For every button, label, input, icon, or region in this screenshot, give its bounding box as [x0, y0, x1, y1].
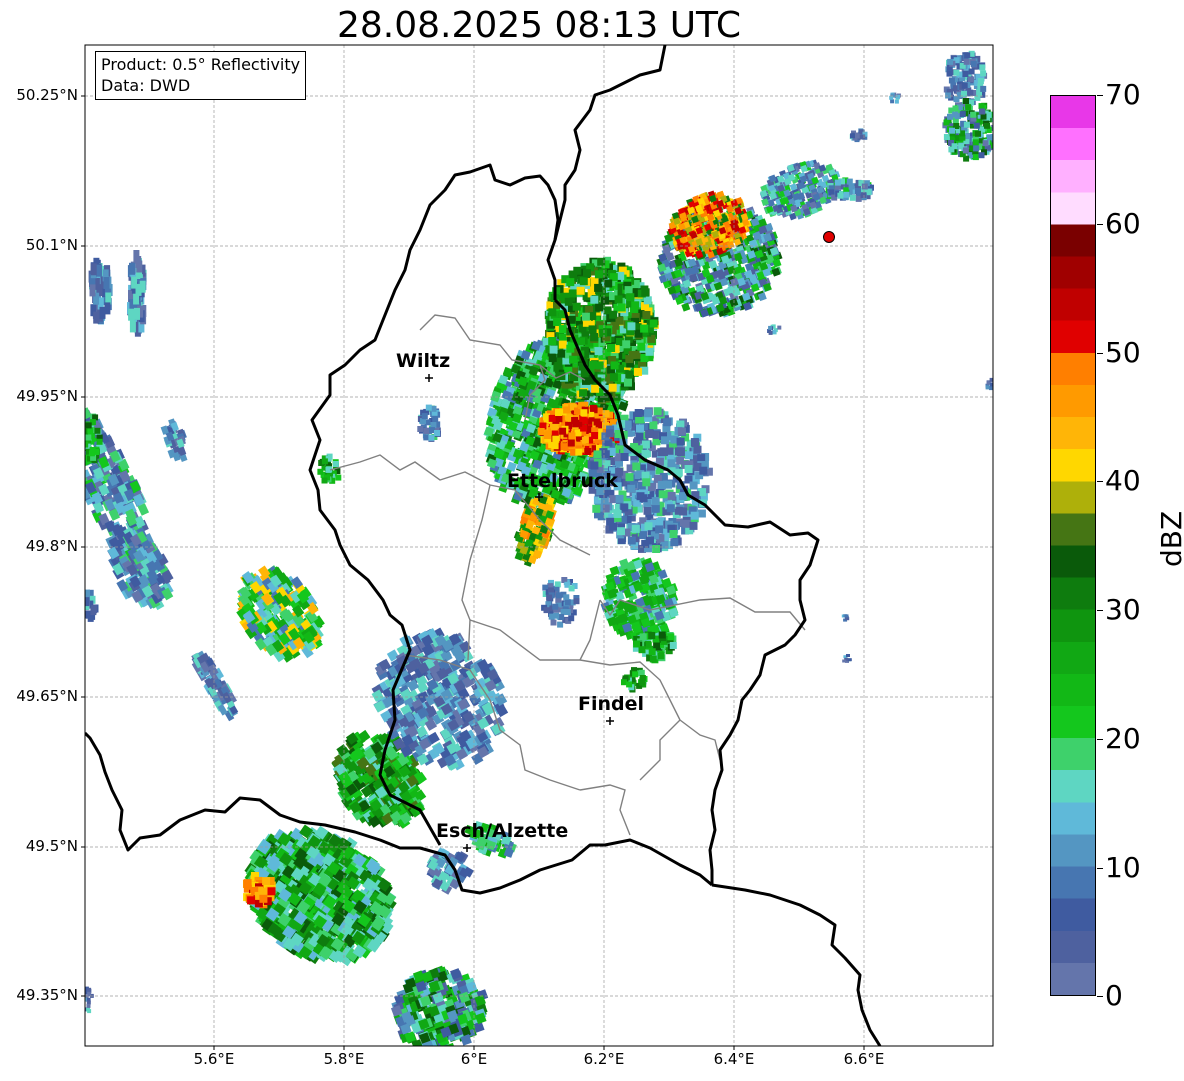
y-tick-label: 49.8°N: [25, 537, 78, 555]
radar-map: [81, 44, 994, 1050]
colorbar-tick: [1097, 868, 1103, 869]
echo-cell: [85, 986, 94, 1014]
echo-cell: [767, 324, 782, 335]
echo-cell: [541, 577, 580, 628]
colorbar-label: 50: [1105, 336, 1141, 369]
echo-cell: [191, 650, 239, 722]
x-tick-label: 5.6°E: [193, 1050, 235, 1068]
colorbar-title: dBZ: [1155, 510, 1184, 567]
colorbar-tick: [1097, 481, 1103, 482]
data-source-label: Data: DWD: [101, 76, 191, 95]
city-label-wiltz: Wiltz: [396, 350, 451, 372]
radar-site-marker: [823, 231, 835, 243]
echo-cell: [889, 92, 901, 104]
colorbar-tick: [1097, 95, 1103, 96]
echo-cell: [849, 128, 868, 143]
y-tick-label: 50.1°N: [25, 236, 78, 254]
echo-cell: [426, 847, 474, 895]
radar-echoes: [85, 50, 993, 1046]
echo-cell: [600, 557, 679, 644]
echo-cell: [88, 257, 113, 325]
city-label-ettelbruck: Ettelbruck: [507, 470, 618, 492]
colorbar-label: 30: [1105, 593, 1141, 626]
colorbar-label: 0: [1105, 979, 1123, 1012]
echo-cell: [417, 404, 441, 442]
colorbar-tick: [1097, 224, 1103, 225]
x-tick-label: 6°E: [460, 1050, 488, 1068]
x-tick-label: 6.2°E: [583, 1050, 625, 1068]
echo-cell: [842, 654, 852, 663]
colorbar-label: 60: [1105, 207, 1141, 240]
echo-cell: [107, 527, 174, 611]
colorbar-label: 40: [1105, 464, 1141, 497]
x-tick-label: 6.6°E: [843, 1050, 885, 1068]
x-tick-label: 6.4°E: [713, 1050, 755, 1068]
colorbar-tick: [1097, 739, 1103, 740]
city-label-esch-alzette: Esch/Alzette: [436, 820, 569, 842]
colorbar-tick: [1097, 610, 1103, 611]
echo-cell: [621, 667, 648, 693]
y-tick-label: 49.5°N: [25, 837, 78, 855]
y-tick-label: 49.65°N: [16, 687, 78, 705]
x-tick-label: 5.8°E: [323, 1050, 365, 1068]
colorbar-tick: [1097, 353, 1103, 354]
y-tick-label: 50.25°N: [16, 86, 78, 104]
echo-cell: [390, 965, 489, 1046]
y-tick-label: 49.35°N: [16, 986, 78, 1004]
y-tick-label: 49.95°N: [16, 387, 78, 405]
echo-cell: [942, 98, 993, 162]
echo-cell: [317, 453, 342, 484]
colorbar-tick: [1097, 996, 1103, 997]
echo-cell: [127, 250, 147, 337]
echo-cell: [841, 614, 850, 622]
product-info-box: Product: 0.5° Reflectivity Data: DWD: [95, 51, 307, 100]
city-label-findel: Findel: [578, 693, 645, 715]
colorbar: [1050, 95, 1096, 996]
colorbar-label: 20: [1105, 722, 1141, 755]
product-label: Product: 0.5° Reflectivity: [101, 55, 301, 74]
echo-cell: [236, 565, 325, 663]
echo-cell: [160, 418, 188, 462]
colorbar-label: 10: [1105, 851, 1141, 884]
colorbar-label: 70: [1105, 78, 1141, 111]
